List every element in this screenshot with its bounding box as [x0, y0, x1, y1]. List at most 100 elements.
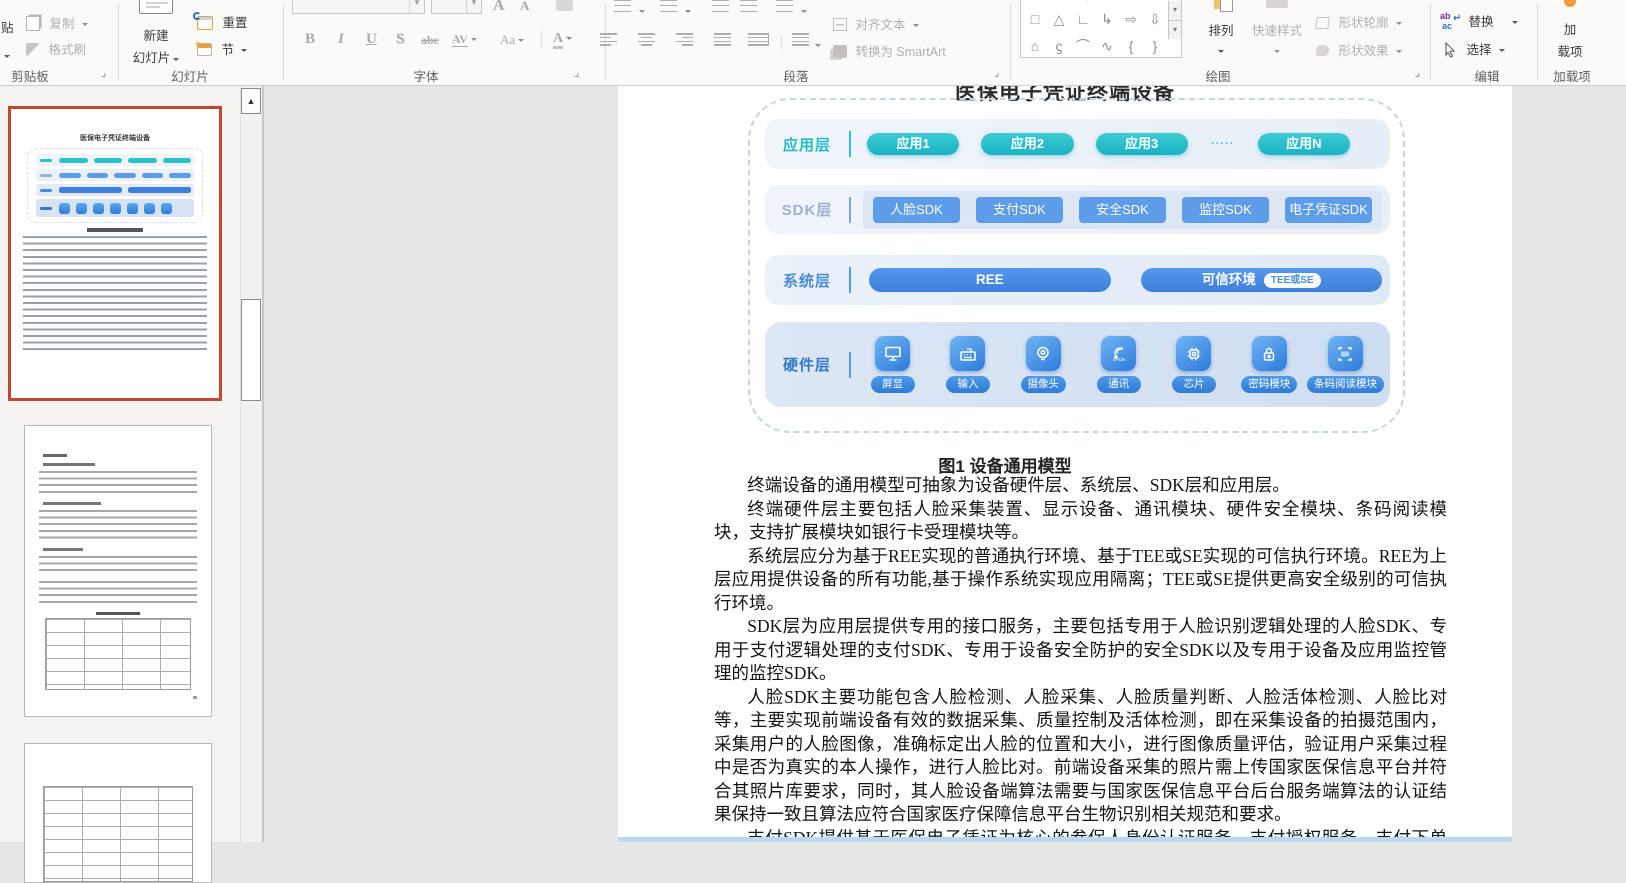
down-arrow-shape-icon[interactable]: ⇩ [1143, 7, 1167, 32]
clipboard-dialog-launcher[interactable]: ⌟ [101, 68, 112, 79]
justify-icon[interactable] [714, 33, 731, 46]
align-right-icon[interactable] [676, 33, 693, 46]
slide-page[interactable]: 医保电子凭证终端设备 应用层 应用1 应用2 应用3 ····· 应用N SDK… [618, 86, 1512, 842]
app-item[interactable]: 应用3 [1095, 133, 1188, 155]
text-shadow-button[interactable]: S [396, 31, 404, 48]
align-left-icon[interactable] [600, 33, 617, 46]
thumbnail-scrollbar-up-button[interactable]: ▲ [241, 88, 261, 114]
font-size-combobox[interactable]: ▾ [431, 0, 482, 14]
line-spacing-icon[interactable] [776, 0, 793, 12]
ree-pill[interactable]: REE [869, 268, 1111, 292]
align-center-icon[interactable] [638, 33, 655, 46]
bold-button[interactable]: B [305, 31, 315, 48]
reset-button[interactable]: 重置 [193, 11, 247, 32]
arc-shape-icon[interactable]: ⌒ [1071, 34, 1095, 59]
freeform-shape-icon[interactable]: ⌂ [1023, 34, 1047, 59]
shapes-scroll-up-button[interactable]: ▾ [1168, 1, 1181, 20]
shapes-more-button[interactable]: ▾ [1168, 20, 1181, 39]
copy-button[interactable]: 复制 [26, 13, 88, 33]
paragraph[interactable]: 终端设备的通用模型可抽象为设备硬件层、系统层、SDK层和应用层。 [714, 474, 1447, 498]
thumbnail-scrollbar-thumb[interactable] [241, 299, 261, 401]
italic-button[interactable]: I [338, 31, 344, 48]
slide-thumbnail-3[interactable] [24, 743, 212, 883]
paste-button[interactable]: 贴 [1, 17, 14, 65]
curve-shape-icon[interactable]: ∿ [1095, 34, 1119, 59]
paragraph[interactable]: 终端硬件层主要包括人脸采集装置、显示设备、通讯模块、硬件安全模块、条码阅读模块，… [714, 498, 1447, 545]
triangle-shape-icon[interactable]: △ [1047, 7, 1071, 32]
rectangle-shape-icon[interactable]: □ [1023, 7, 1047, 32]
slide-body-text[interactable]: 终端设备的通用模型可抽象为设备硬件层、系统层、SDK层和应用层。 终端硬件层主要… [714, 474, 1447, 842]
font-dialog-launcher[interactable]: ⌟ [574, 68, 585, 79]
hardware-layer-label: 硬件层 [782, 357, 831, 374]
elbow-connector-icon[interactable]: ∟ [1071, 7, 1095, 32]
trusted-env-pill[interactable]: 可信环境 TEE或SE [1140, 268, 1382, 292]
decrease-indent-icon[interactable] [712, 0, 729, 12]
hardware-item[interactable]: VPDN 通讯 [1081, 336, 1156, 393]
system-layer-row[interactable]: 系统层 REE 可信环境 TEE或SE [765, 255, 1390, 305]
right-arrow-shape-icon[interactable]: ⇨ [1119, 7, 1143, 32]
slide-thumbnail-2[interactable] [24, 425, 212, 717]
strikethrough-button[interactable]: abc [421, 33, 439, 48]
quick-styles-button[interactable]: 快速样式 [1246, 0, 1308, 60]
shape-effects-button[interactable]: 形状效果 [1316, 40, 1402, 60]
shrink-font-button[interactable]: A [520, 0, 529, 14]
hardware-item[interactable]: 输入 [930, 336, 1005, 393]
sdk-item[interactable]: 安全SDK [1079, 196, 1166, 223]
addins-button[interactable]: 加 载项 [1545, 0, 1595, 60]
elbow-arrow-icon[interactable]: ↳ [1095, 7, 1119, 32]
columns-icon[interactable] [792, 33, 809, 46]
new-slide-button[interactable]: 新建 幻灯片 [126, 0, 186, 66]
app-item[interactable]: 应用1 [867, 133, 960, 155]
sdk-item[interactable]: 监控SDK [1182, 196, 1269, 223]
character-spacing-button[interactable]: AV [452, 30, 477, 48]
font-size-dropdown-arrow[interactable]: ▾ [466, 0, 481, 13]
sdk-item[interactable]: 支付SDK [976, 196, 1063, 223]
grow-font-button[interactable]: A [493, 0, 505, 15]
underline-button[interactable]: U [366, 31, 377, 48]
arrange-button[interactable]: 排列 [1198, 0, 1244, 60]
paste-dropdown-caret[interactable] [4, 54, 11, 61]
font-color-button[interactable]: A [553, 29, 573, 49]
scribble-shape-icon[interactable]: ϛ [1047, 34, 1071, 59]
left-brace-shape-icon[interactable]: { [1119, 34, 1143, 59]
sdk-item[interactable]: 人脸SDK [873, 196, 960, 223]
application-layer-row[interactable]: 应用层 应用1 应用2 应用3 ····· 应用N [765, 119, 1390, 169]
hardware-item[interactable]: 屏显 [855, 336, 930, 393]
convert-smartart-button[interactable]: 转换为 SmartArt [833, 41, 946, 61]
hardware-item[interactable]: 条码阅读模块 [1306, 336, 1384, 393]
paragraph[interactable]: SDK层为应用层提供专用的接口服务，主要包括专用于人脸识别逻辑处理的人脸SDK、… [714, 615, 1447, 686]
slide-thumbnail-1[interactable]: 医保电子凭证终端设备 [8, 106, 222, 401]
shape-outline-button[interactable]: 形状轮廓 [1315, 12, 1402, 32]
app-item[interactable]: 应用2 [981, 133, 1074, 155]
bullet-list-icon[interactable] [614, 0, 631, 12]
font-name-dropdown-arrow[interactable]: ▾ [409, 0, 424, 13]
clear-formatting-icon[interactable] [556, 0, 573, 11]
arrange-label: 排列 [1208, 24, 1234, 38]
sdk-item[interactable]: 电子凭证SDK [1285, 196, 1372, 223]
format-painter-button[interactable]: 格式刷 [26, 39, 86, 59]
paragraph-dialog-launcher[interactable]: ⌟ [994, 68, 1005, 79]
device-model-diagram[interactable]: 应用层 应用1 应用2 应用3 ····· 应用N SDK层 人脸SDK 支付S [748, 98, 1405, 433]
increase-indent-icon[interactable] [740, 0, 757, 12]
hardware-layer-row[interactable]: 硬件层 屏显 输入 摄像头 VPDN 通讯 芯片 密码模块 条码阅读模块 [765, 322, 1390, 407]
paragraph[interactable]: 人脸SDK主要功能包含人脸检测、人脸采集、人脸质量判断、人脸活体检测、人脸比对等… [714, 686, 1447, 827]
distribute-icon[interactable] [748, 33, 769, 46]
app-item[interactable]: 应用N [1257, 133, 1350, 155]
replace-button[interactable]: ab ac ↵ 替换 [1440, 11, 1518, 32]
numbered-list-icon[interactable] [660, 0, 677, 12]
align-text-button[interactable]: 对齐文本 [833, 14, 919, 34]
select-button[interactable]: 选择 [1443, 39, 1505, 59]
paragraph[interactable]: 系统层应分为基于REE实现的普通执行环境、基于TEE或SE实现的可信执行环境。R… [714, 545, 1447, 616]
hardware-item[interactable]: 芯片 [1156, 336, 1231, 393]
slide-editing-area[interactable]: 医保电子凭证终端设备 应用层 应用1 应用2 应用3 ····· 应用N SDK… [264, 86, 1626, 842]
thumbnail-scrollbar-track[interactable] [240, 86, 262, 842]
font-name-combobox[interactable]: ▾ [292, 0, 425, 14]
right-brace-shape-icon[interactable]: } [1143, 34, 1167, 59]
sdk-layer-row[interactable]: SDK层 人脸SDK 支付SDK 安全SDK 监控SDK 电子凭证SDK [765, 185, 1390, 234]
hardware-item[interactable]: 摄像头 [1006, 336, 1081, 393]
hardware-item[interactable]: 密码模块 [1232, 336, 1307, 393]
change-case-button[interactable]: Aa [500, 31, 525, 49]
drawing-dialog-launcher[interactable]: ⌟ [1415, 68, 1426, 79]
section-button[interactable]: ✳ 节 [194, 39, 248, 59]
shapes-gallery[interactable]: ▭⬭╲↘▱○ □△∟↳⇨⇩ ⌂ϛ⌒∿{} ▾ ▾ [1020, 0, 1182, 58]
